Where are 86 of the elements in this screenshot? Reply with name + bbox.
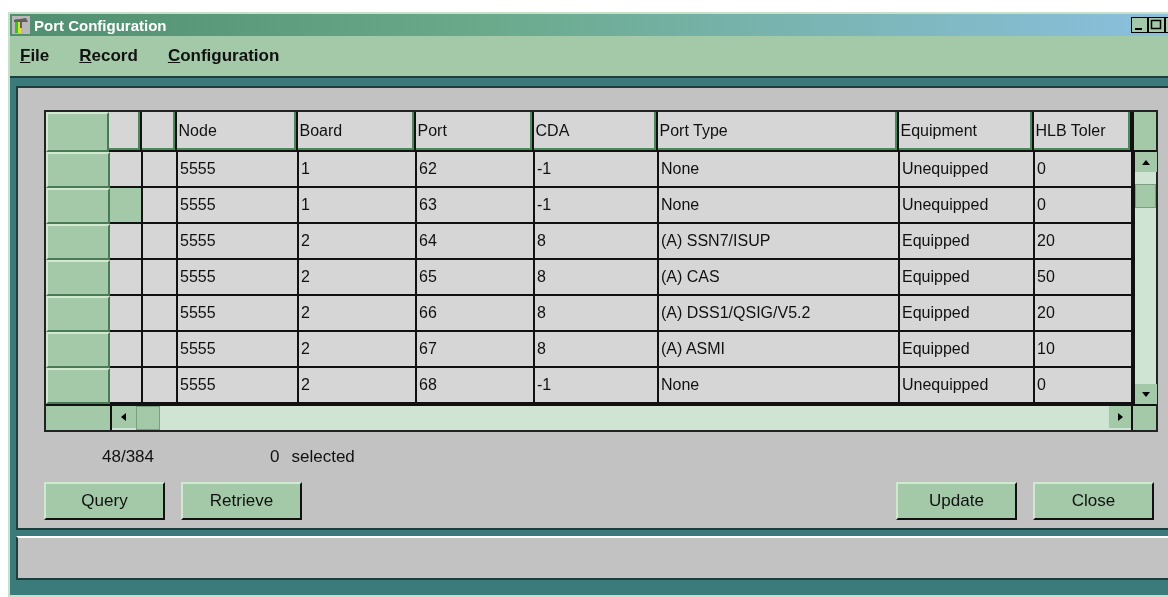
table-cell: 5555 xyxy=(178,260,299,296)
table-cell xyxy=(143,296,178,332)
menu-item[interactable]: File xyxy=(20,46,50,66)
table-cell: Equipped xyxy=(900,296,1035,332)
table-cell: Equipped xyxy=(900,224,1035,260)
table-cell: None xyxy=(659,188,900,224)
row-header[interactable] xyxy=(46,224,110,260)
table-cell xyxy=(143,260,178,296)
table-cell: Unequipped xyxy=(900,368,1035,404)
table-cell: Unequipped xyxy=(900,152,1035,188)
scroll-thumb[interactable] xyxy=(1135,184,1156,208)
horizontal-scrollbar[interactable] xyxy=(112,406,1131,430)
table-cell: 2 xyxy=(299,332,417,368)
table-cell: 67 xyxy=(417,332,535,368)
table-cell: 5555 xyxy=(178,296,299,332)
action-button[interactable]: Update xyxy=(896,482,1017,520)
tools-icon xyxy=(12,16,30,34)
table-cell: 1 xyxy=(299,188,417,224)
row-header[interactable] xyxy=(46,368,110,404)
table-cell: 8 xyxy=(535,224,659,260)
column-header[interactable]: Equipment xyxy=(898,112,1034,152)
table-cell: 8 xyxy=(535,260,659,296)
column-header[interactable]: Port xyxy=(415,112,534,152)
table-cell xyxy=(143,152,178,188)
table-cell: 5555 xyxy=(178,224,299,260)
maximize-icon[interactable] xyxy=(1148,17,1165,33)
selected-label: selected xyxy=(291,447,355,467)
table-cell: 65 xyxy=(417,260,535,296)
table-cell: 62 xyxy=(417,152,535,188)
table-cell: (A) DSS1/QSIG/V5.2 xyxy=(659,296,900,332)
menu-item[interactable]: Configuration xyxy=(167,46,280,66)
table-cell: 63 xyxy=(417,188,535,224)
table-cell xyxy=(143,224,178,260)
table-cell: (A) CAS xyxy=(659,260,900,296)
table-cell: 66 xyxy=(417,296,535,332)
table-cell: 2 xyxy=(299,368,417,404)
row-header[interactable] xyxy=(46,332,110,368)
scroll-thumb[interactable] xyxy=(136,406,160,430)
table-cell: (A) ASMI xyxy=(659,332,900,368)
table-cell: Equipped xyxy=(900,332,1035,368)
menu-item[interactable]: Record xyxy=(79,46,138,66)
minimize-icon[interactable] xyxy=(1131,17,1148,33)
table-cell xyxy=(143,332,178,368)
table-cell: 8 xyxy=(535,296,659,332)
table-cell: None xyxy=(659,368,900,404)
record-count: 48/384 xyxy=(101,447,154,467)
row-header[interactable] xyxy=(46,296,110,332)
vertical-scrollbar[interactable] xyxy=(1133,152,1156,404)
column-header[interactable]: CDA xyxy=(533,112,658,152)
scroll-left-icon[interactable] xyxy=(112,406,136,428)
column-header[interactable]: Board xyxy=(297,112,416,152)
table-cell: 2 xyxy=(299,224,417,260)
table-cell: 2 xyxy=(299,260,417,296)
window-title: Port Configuration xyxy=(34,16,167,34)
action-button[interactable]: Retrieve xyxy=(181,482,302,520)
column-header[interactable]: HLB Toler xyxy=(1033,112,1132,152)
scroll-down-icon[interactable] xyxy=(1135,384,1157,404)
table-cell: None xyxy=(659,152,900,188)
table-cell xyxy=(143,188,178,224)
table-cell: 1 xyxy=(299,152,417,188)
action-button[interactable]: Query xyxy=(44,482,165,520)
scroll-right-icon[interactable] xyxy=(1109,406,1131,428)
table-cell: Unequipped xyxy=(900,188,1035,224)
table-cell: 64 xyxy=(417,224,535,260)
table-cell: 8 xyxy=(535,332,659,368)
table-cell: -1 xyxy=(535,188,659,224)
selected-count: 0 xyxy=(270,447,280,467)
action-button[interactable]: Close xyxy=(1033,482,1154,520)
table-cell: 2 xyxy=(299,296,417,332)
table-cell: Equipped xyxy=(900,260,1035,296)
column-header[interactable]: Port Type xyxy=(657,112,899,152)
header-corner xyxy=(1131,112,1156,152)
table-cell: 5555 xyxy=(178,332,299,368)
row-header[interactable] xyxy=(46,152,110,188)
table-cell: 5555 xyxy=(178,368,299,404)
table-cell: 5555 xyxy=(178,152,299,188)
table-cell: 5555 xyxy=(178,188,299,224)
table-cell: -1 xyxy=(535,152,659,188)
column-header[interactable]: Node xyxy=(176,112,298,152)
row-header[interactable] xyxy=(46,188,110,224)
corner-header xyxy=(46,112,109,152)
row-header[interactable] xyxy=(46,260,110,296)
table-cell: -1 xyxy=(535,368,659,404)
table-cell: (A) SSN7/ISUP xyxy=(659,224,900,260)
table-cell: 68 xyxy=(417,368,535,404)
scroll-up-icon[interactable] xyxy=(1135,152,1157,172)
